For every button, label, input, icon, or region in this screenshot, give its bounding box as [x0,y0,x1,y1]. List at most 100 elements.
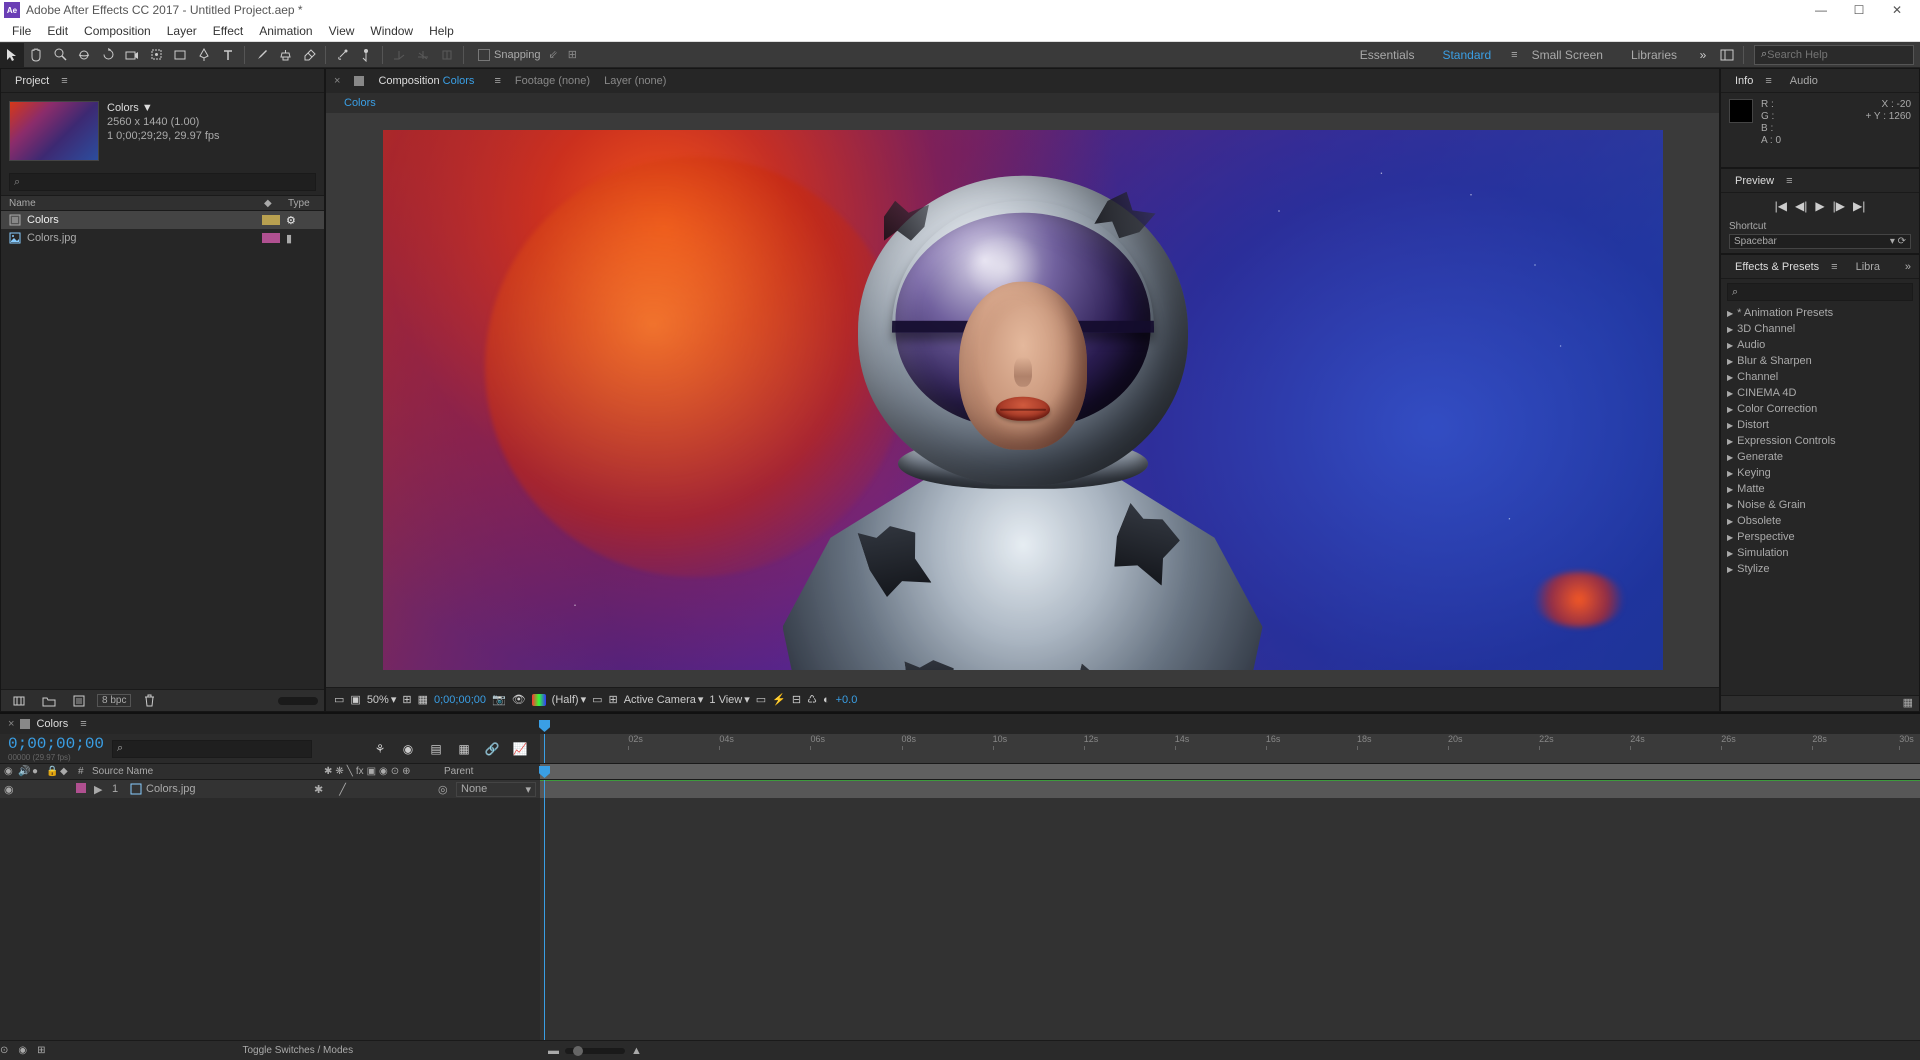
views-dropdown[interactable]: 1 View ▾ [709,693,749,706]
magnification-dropdown[interactable]: 50% ▾ [367,693,397,706]
work-area-bar[interactable] [540,764,1920,779]
world-axis-icon[interactable] [411,43,435,67]
timeline-tab[interactable]: Colors [36,718,68,730]
menu-layer[interactable]: Layer [159,24,205,38]
view-axis-icon[interactable] [435,43,459,67]
puppet-pin-tool[interactable] [354,43,378,67]
layer-expand-icon[interactable]: ▶ [94,783,108,796]
pan-behind-tool[interactable] [144,43,168,67]
project-col-type[interactable]: Type [280,196,324,210]
menu-view[interactable]: View [321,24,363,38]
menu-window[interactable]: Window [362,24,421,38]
playhead[interactable] [544,734,545,763]
snapping-options-icon[interactable]: ⇙ [549,48,558,61]
pixel-aspect-icon[interactable]: ▭ [756,693,766,706]
timeline-tab-menu-icon[interactable]: ≡ [80,718,86,730]
composition-viewer[interactable] [326,113,1719,687]
timeline-layer-row[interactable]: ◉ ▶ 1 Colors.jpg ✱╱ ◎ None▾ [0,780,540,798]
eraser-tool[interactable] [297,43,321,67]
camera-tool[interactable] [120,43,144,67]
snapping-checkbox[interactable] [478,49,490,61]
last-frame-button[interactable]: ▶| [1853,199,1865,213]
layer-parent-dropdown[interactable]: None▾ [456,782,536,797]
next-frame-button[interactable]: |▶ [1833,199,1845,213]
effect-category-blur-sharpen[interactable]: ▶Blur & Sharpen [1721,353,1919,369]
reset-exposure-icon[interactable]: ◐ [823,694,830,706]
brush-tool[interactable] [249,43,273,67]
effects-new-bin-icon[interactable]: ▦ [1721,695,1919,711]
project-row-comp-label[interactable] [262,215,280,225]
preview-tab[interactable]: Preview [1729,175,1780,187]
bpc-button[interactable]: 8 bpc [97,694,131,707]
timeline-icon[interactable]: ⊟ [792,693,801,706]
effect-category-channel[interactable]: ▶Channel [1721,369,1919,385]
comp-tab-square-icon[interactable] [354,76,364,86]
roto-brush-tool[interactable] [330,43,354,67]
workspace-small-screen[interactable]: Small Screen [1518,48,1617,62]
effect-category-perspective[interactable]: ▶Perspective [1721,529,1919,545]
zoom-slider[interactable] [565,1048,625,1054]
workspace-essentials[interactable]: Essentials [1346,48,1429,62]
snapshot-icon[interactable]: 📷 [492,693,506,706]
timeline-ruler[interactable]: 02s 04s 06s 08s 10s 12s 14s 16s 18s 20s … [540,734,1920,763]
composition-tab[interactable]: Composition Colors [378,75,474,87]
project-search-input[interactable]: ⌕ [9,173,316,191]
effect-category-noise-grain[interactable]: ▶Noise & Grain [1721,497,1919,513]
effect-category-3d-channel[interactable]: ▶3D Channel [1721,321,1919,337]
always-preview-icon[interactable]: ▭ [334,693,344,706]
col-video-icon[interactable]: ◉ [0,766,14,777]
rectangle-tool[interactable] [168,43,192,67]
first-frame-button[interactable]: |◀ [1775,199,1787,213]
hand-tool[interactable] [24,43,48,67]
layer-switch-quality[interactable]: ╱ [339,783,346,796]
col-label-icon[interactable]: ◆ [56,766,74,777]
effects-panel-menu-icon[interactable]: ≡ [1831,261,1837,273]
col-parent[interactable]: Parent [440,766,540,777]
workspace-overflow-icon[interactable]: » [1691,43,1715,67]
new-comp-icon[interactable] [67,689,91,713]
effect-category-stylize[interactable]: ▶Stylize [1721,561,1919,577]
snapping-toggle[interactable]: Snapping ⇙ ⊞ [478,48,577,61]
layer-parent-pickwhip-icon[interactable]: ◎ [438,783,452,796]
pen-tool[interactable] [192,43,216,67]
comp-tab-close-icon[interactable]: × [334,75,340,87]
libraries-tab-short[interactable]: Libra [1850,261,1886,273]
resolution-dropdown[interactable]: (Half) ▾ [552,693,586,706]
zoom-out-icon[interactable]: ▬ [548,1045,559,1057]
effects-overflow-icon[interactable]: » [1905,261,1911,273]
layer-video-toggle[interactable]: ◉ [4,783,18,796]
motion-blur-toggle-icon[interactable]: 🔗 [480,737,504,761]
type-tool[interactable] [216,43,240,67]
zoom-tool[interactable] [48,43,72,67]
timeline-track-area[interactable] [540,780,1920,1040]
toggle-transparency-icon[interactable]: ▦ [418,693,428,706]
local-axis-icon[interactable] [387,43,411,67]
col-audio-icon[interactable]: 🔊 [14,766,28,777]
play-button[interactable]: ▶ [1815,199,1824,213]
preview-panel-menu-icon[interactable]: ≡ [1786,175,1792,187]
col-source-name[interactable]: Source Name [88,766,320,777]
effects-search-input[interactable]: ⌕ [1727,283,1913,301]
close-button[interactable]: ✕ [1878,3,1916,17]
3d-footer-icon[interactable]: ⊞ [37,1045,45,1056]
fast-previews-icon[interactable]: ⚡ [772,693,786,706]
shy-toggle-icon[interactable]: ▤ [424,737,448,761]
layer-label-color[interactable] [76,783,86,793]
minimize-button[interactable]: — [1802,3,1840,17]
clone-stamp-tool[interactable] [273,43,297,67]
draft-3d-toggle-icon[interactable]: ◉ [396,737,420,761]
prev-frame-button[interactable]: ◀| [1795,199,1807,213]
grid-icon[interactable]: ⊞ [609,693,618,706]
frame-blend-toggle-icon[interactable]: ▦ [452,737,476,761]
menu-edit[interactable]: Edit [39,24,76,38]
effect-category-matte[interactable]: ▶Matte [1721,481,1919,497]
roi-icon[interactable]: ▭ [592,693,602,706]
rotation-tool[interactable] [96,43,120,67]
menu-help[interactable]: Help [421,24,462,38]
col-solo-icon[interactable]: ● [28,766,42,777]
project-row-comp[interactable]: Colors ⚙ [1,211,324,229]
timeline-search-input[interactable]: ⌕ [112,740,312,758]
effect-category-obsolete[interactable]: ▶Obsolete [1721,513,1919,529]
camera-dropdown[interactable]: Active Camera ▾ [624,693,704,706]
playhead-line[interactable] [544,780,545,1040]
